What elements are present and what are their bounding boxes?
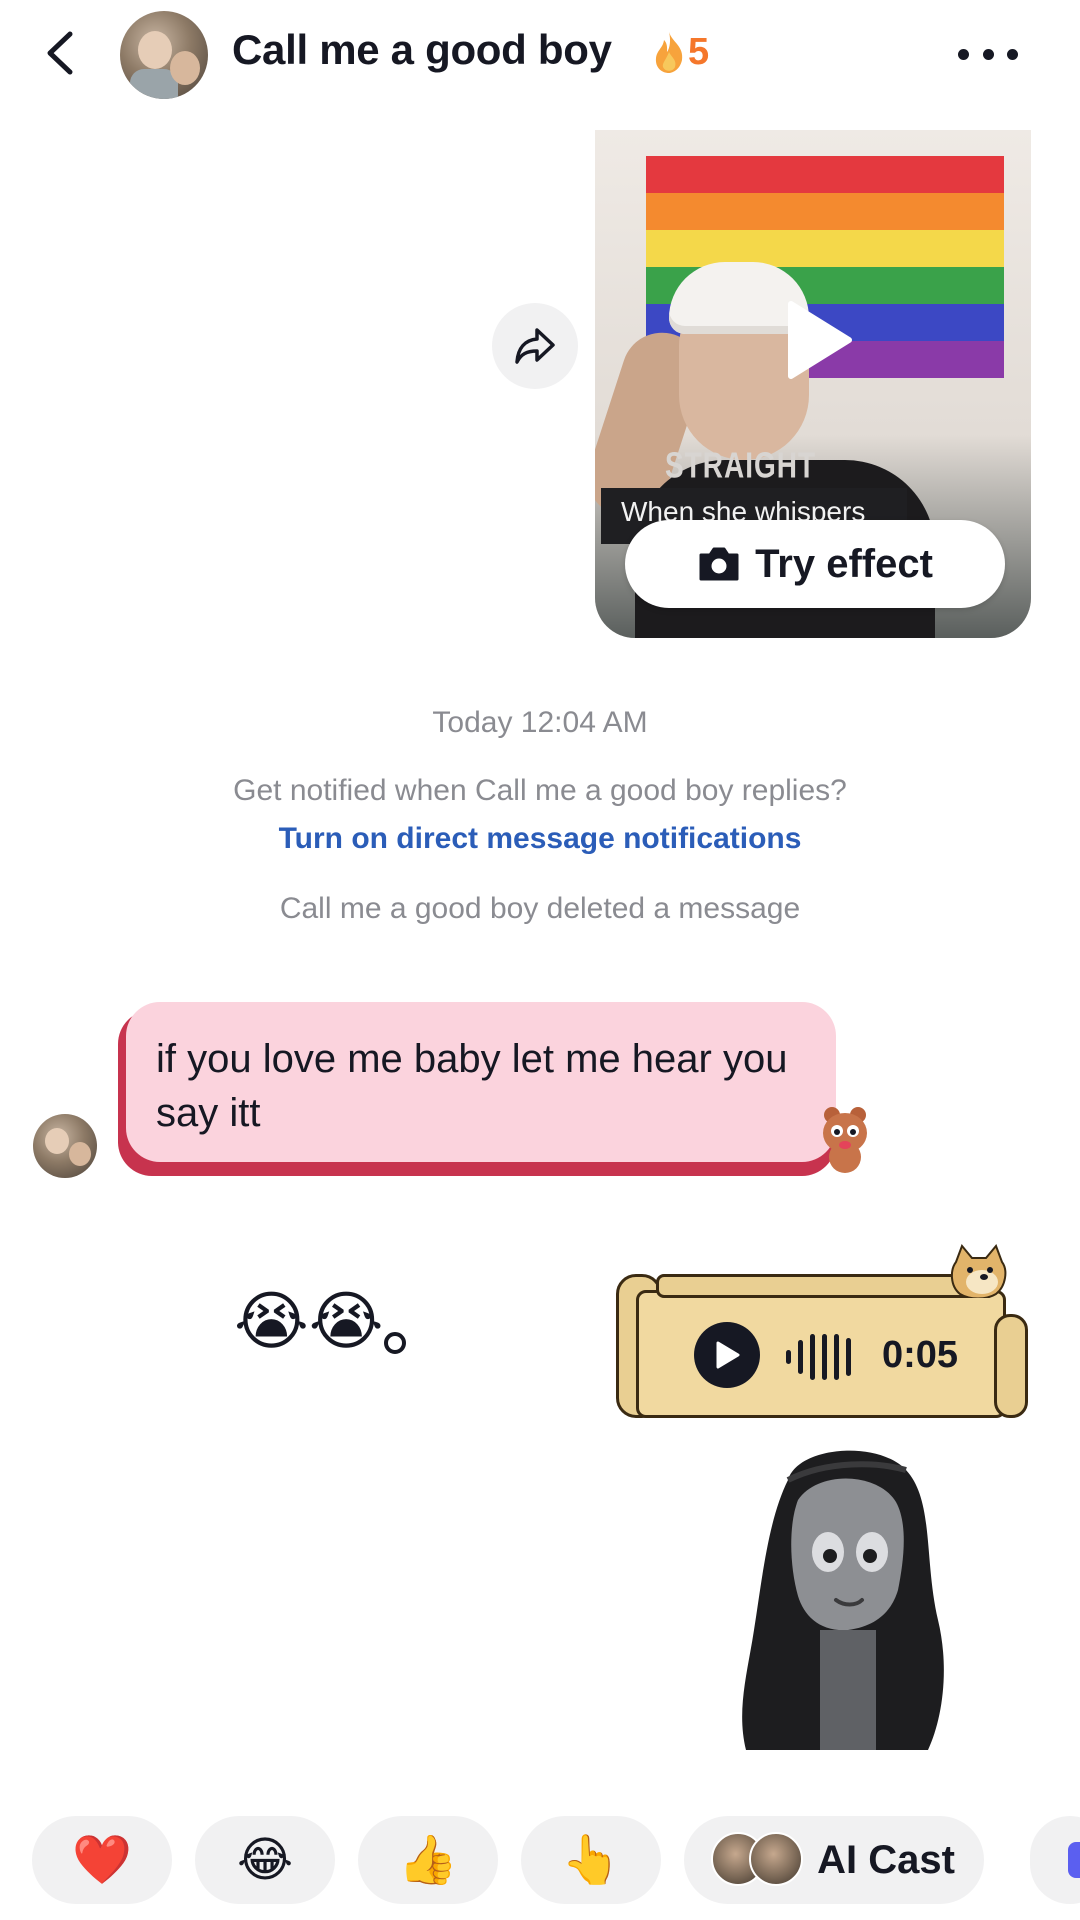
app-icon: [1068, 1842, 1080, 1878]
back-button[interactable]: [40, 28, 84, 78]
dot: [982, 48, 994, 60]
thumbs-up-icon: 👍: [398, 1832, 458, 1888]
bear-sticker-icon: [823, 1107, 867, 1173]
shared-video-card[interactable]: STRAIGHT When she whispers Try effect: [595, 130, 1031, 638]
sender-avatar[interactable]: [33, 1114, 97, 1178]
audio-waveform: [786, 1332, 851, 1382]
camera-icon: [699, 547, 739, 581]
play-icon: [788, 301, 852, 379]
notification-prompt: Get notified when Call me a good boy rep…: [233, 774, 847, 807]
voice-duration: 0:05: [882, 1334, 959, 1376]
chat-header: Call me a good boy 5: [0, 0, 1080, 110]
doge-icon: [950, 1244, 1007, 1298]
shirt-graphic: STRAIGHT: [665, 445, 817, 486]
corpse-bride-sticker[interactable]: [728, 1440, 960, 1750]
quick-reactions-bar: ❤️ 😂 👍 👆 AI Cast: [0, 1816, 1080, 1906]
try-effect-button[interactable]: Try effect: [625, 520, 1005, 608]
message-timestamp: Today 12:04 AM: [432, 706, 648, 739]
read-status-icon: [384, 1332, 406, 1354]
reaction-pointing-up-button[interactable]: 👆: [521, 1816, 661, 1904]
incoming-message[interactable]: if you love me baby let me hear you say …: [118, 1002, 836, 1176]
reaction-thumbs-up-button[interactable]: 👍: [358, 1816, 498, 1904]
heart-icon: ❤️: [72, 1832, 132, 1888]
more-reactions-button[interactable]: [1030, 1816, 1080, 1904]
avatar[interactable]: [120, 11, 208, 99]
chevron-left-icon: [47, 31, 73, 75]
play-icon: [716, 1341, 740, 1369]
more-options-button[interactable]: [958, 36, 1018, 72]
fire-icon: [655, 32, 683, 73]
outgoing-emoji-message[interactable]: 😭😭: [234, 1286, 384, 1358]
message-text: if you love me baby let me hear you say …: [156, 1037, 788, 1135]
reaction-laugh-button[interactable]: 😂: [195, 1816, 335, 1904]
ai-cast-avatars: [711, 1832, 805, 1888]
ai-cast-label: AI Cast: [817, 1837, 955, 1882]
dot: [958, 48, 969, 60]
deleted-message-notice: Call me a good boy deleted a message: [279, 892, 801, 925]
message-bubble: if you love me baby let me hear you say …: [126, 1002, 836, 1162]
streak-badge: 5: [652, 28, 709, 76]
pointing-up-icon: 👆: [561, 1832, 621, 1888]
enable-notifications-link[interactable]: Turn on direct message notifications: [0, 822, 1080, 856]
dot: [1007, 48, 1018, 60]
share-arrow-icon: [515, 328, 555, 364]
laughing-face-icon: 😂: [236, 1832, 294, 1888]
voice-message[interactable]: 0:05: [616, 1244, 1030, 1420]
ai-cast-button[interactable]: AI Cast: [684, 1816, 984, 1904]
try-effect-label: Try effect: [755, 541, 933, 586]
reaction-heart-button[interactable]: ❤️: [32, 1816, 172, 1904]
streak-count: 5: [688, 30, 710, 73]
share-button[interactable]: [492, 303, 578, 389]
voice-play-button[interactable]: [694, 1322, 760, 1388]
chat-title[interactable]: Call me a good boy: [232, 26, 612, 74]
